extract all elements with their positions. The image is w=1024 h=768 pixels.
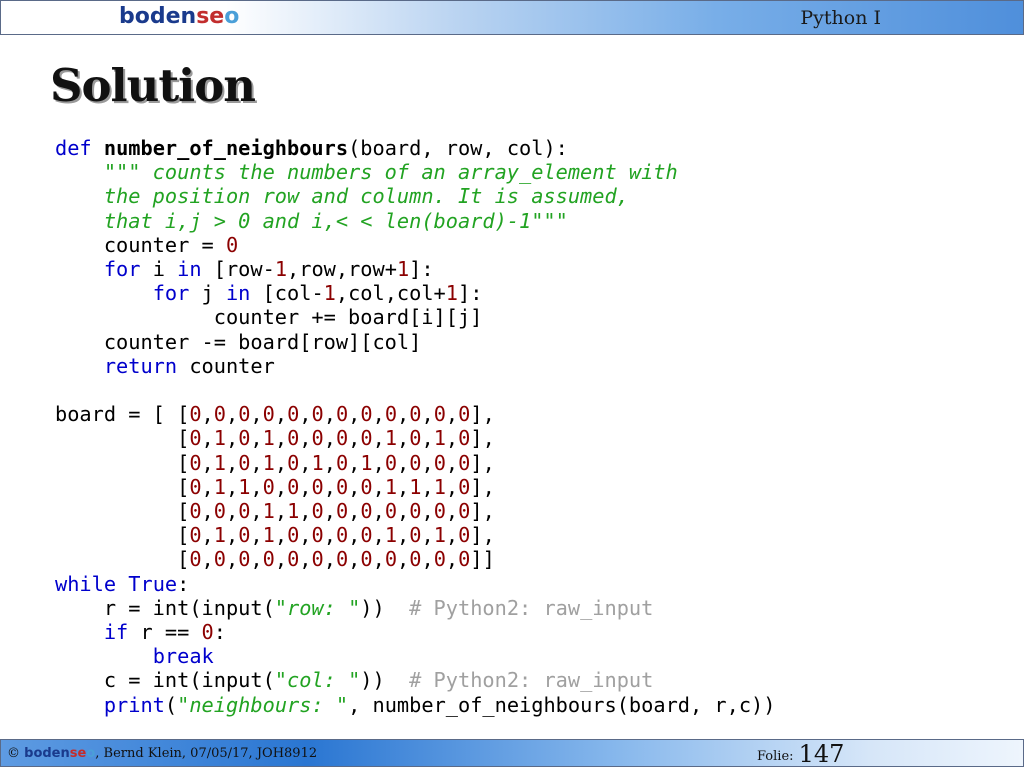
code-prompt-row: row: bbox=[287, 595, 349, 620]
copyright-symbol: © bbox=[7, 746, 20, 761]
code-keyword-return: return bbox=[103, 353, 178, 378]
footer-logo-boden: boden bbox=[24, 746, 70, 761]
code-comment-1: # Python2: raw_input bbox=[409, 595, 654, 620]
footer-bar: © bodenseo, Bernd Klein, 07/05/17, JOH89… bbox=[0, 739, 1024, 768]
footer-logo-o: o bbox=[86, 746, 96, 761]
code-docstring-line-1: """ counts the numbers of an array_eleme… bbox=[103, 160, 678, 185]
footer-meta: , Bernd Klein, 07/05/17, JOH8912 bbox=[95, 746, 318, 761]
slide-title: Solution bbox=[50, 59, 256, 112]
folie-label: Folie: bbox=[757, 749, 794, 764]
slide: bodenseo Python I Solution def number_of… bbox=[0, 0, 1024, 768]
code-comment-2: # Python2: raw_input bbox=[409, 668, 654, 693]
logo-text-boden: boden bbox=[119, 4, 197, 29]
code-block: def number_of_neighbours(board, row, col… bbox=[55, 136, 776, 717]
slide-number-area: Folie: 147 bbox=[757, 740, 844, 768]
code-prompt-col: col: bbox=[287, 668, 349, 693]
code-keyword-def: def bbox=[55, 136, 92, 160]
code-keyword-true: True bbox=[128, 571, 178, 596]
footer-logo-se: se bbox=[69, 746, 87, 761]
code-params: (board, row, col): bbox=[348, 136, 568, 160]
code-prompt-output: neighbours: bbox=[189, 692, 336, 717]
bodenseo-logo: bodenseo bbox=[119, 3, 239, 31]
footer-credits: © bodenseo, Bernd Klein, 07/05/17, JOH89… bbox=[7, 745, 317, 762]
code-function-name: number_of_neighbours bbox=[103, 136, 349, 160]
logo-text-se: se bbox=[196, 4, 225, 29]
code-docstring-line-3: that i,j > 0 and i,< < len(board)-1""" bbox=[103, 208, 568, 233]
course-title: Python I bbox=[800, 7, 881, 29]
code-docstring-line-2: the position row and column. It is assum… bbox=[103, 184, 629, 209]
code-keyword-while: while bbox=[55, 571, 117, 596]
header-bar: bodenseo Python I bbox=[0, 0, 1024, 35]
logo-text-o: o bbox=[224, 4, 240, 29]
slide-number: 147 bbox=[798, 740, 845, 768]
